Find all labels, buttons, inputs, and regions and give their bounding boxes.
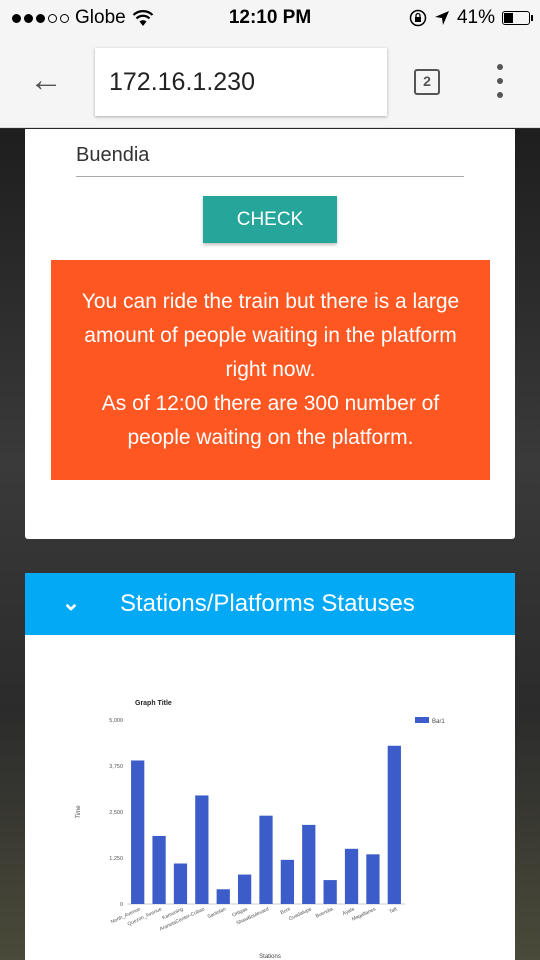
- stations-chart: Graph Title 0 1,250 2,500 3,750 5,000 Time Nort…: [25, 635, 515, 960]
- alert-message: You can ride the train but there is a la…: [81, 290, 460, 381]
- bar-chart: Graph Title01,2502,5003,7505,000TimeNort…: [76, 700, 445, 960]
- check-card: Buendia CHECK You can ride the train but…: [25, 129, 515, 539]
- alert-count-message: As of 12:00 there are 300 number of peop…: [101, 392, 440, 449]
- system-indicators: 41%: [409, 7, 533, 29]
- x-tick-label: Boni: [280, 906, 292, 916]
- y-tick-label: 1,250: [109, 856, 123, 862]
- y-tick-label: 0: [120, 902, 123, 908]
- y-tick-label: 3,750: [109, 764, 123, 770]
- x-tick-label: Guadalupe: [288, 906, 313, 922]
- x-tick-label: Taft: [388, 906, 398, 915]
- x-tick-label: Santolan: [207, 906, 228, 920]
- bar: [131, 760, 145, 904]
- bar: [216, 889, 230, 904]
- bar: [195, 795, 209, 904]
- bar: [237, 874, 252, 904]
- y-tick-label: 2,500: [109, 810, 123, 816]
- x-tick-label: Buendia: [315, 906, 334, 919]
- status-alert: You can ride the train but there is a la…: [51, 260, 490, 480]
- stations-status-card: ⌄ Stations/Platforms Statuses Graph Titl…: [25, 573, 515, 960]
- tab-switcher-button[interactable]: 2: [414, 69, 440, 95]
- station-input[interactable]: Buendia: [76, 141, 464, 177]
- bar: [323, 880, 337, 904]
- x-tick-label: Magallanes: [351, 906, 377, 922]
- stations-status-header[interactable]: ⌄ Stations/Platforms Statuses: [25, 573, 515, 635]
- status-bar: Globe 12:10 PM 41%: [0, 0, 540, 36]
- legend-swatch: [415, 717, 429, 723]
- chevron-down-icon[interactable]: ⌄: [59, 591, 83, 615]
- bar: [280, 859, 295, 904]
- legend-label: Bar1: [432, 719, 445, 725]
- bar: [387, 745, 401, 904]
- browser-toolbar: ← 172.16.1.230 2: [0, 36, 540, 128]
- check-button[interactable]: CHECK: [203, 196, 337, 243]
- bar: [152, 835, 166, 904]
- y-tick-label: 5,000: [109, 718, 123, 724]
- bar: [302, 824, 316, 904]
- stations-status-title: Stations/Platforms Statuses: [120, 590, 415, 617]
- y-axis-label: Time: [76, 805, 82, 819]
- back-arrow-icon[interactable]: ←: [28, 62, 64, 98]
- overflow-menu-icon[interactable]: [490, 64, 510, 98]
- location-arrow-icon: [434, 11, 449, 25]
- bar: [366, 854, 380, 904]
- bar: [259, 815, 273, 904]
- x-axis-label: Stations: [259, 954, 281, 960]
- battery-percent: 41%: [456, 7, 495, 28]
- rotation-lock-icon: [409, 9, 427, 27]
- chart-title: Graph Title: [135, 700, 172, 707]
- address-bar[interactable]: 172.16.1.230: [95, 48, 387, 116]
- bar: [344, 848, 359, 904]
- bar: [173, 863, 188, 904]
- battery-icon: [502, 11, 533, 25]
